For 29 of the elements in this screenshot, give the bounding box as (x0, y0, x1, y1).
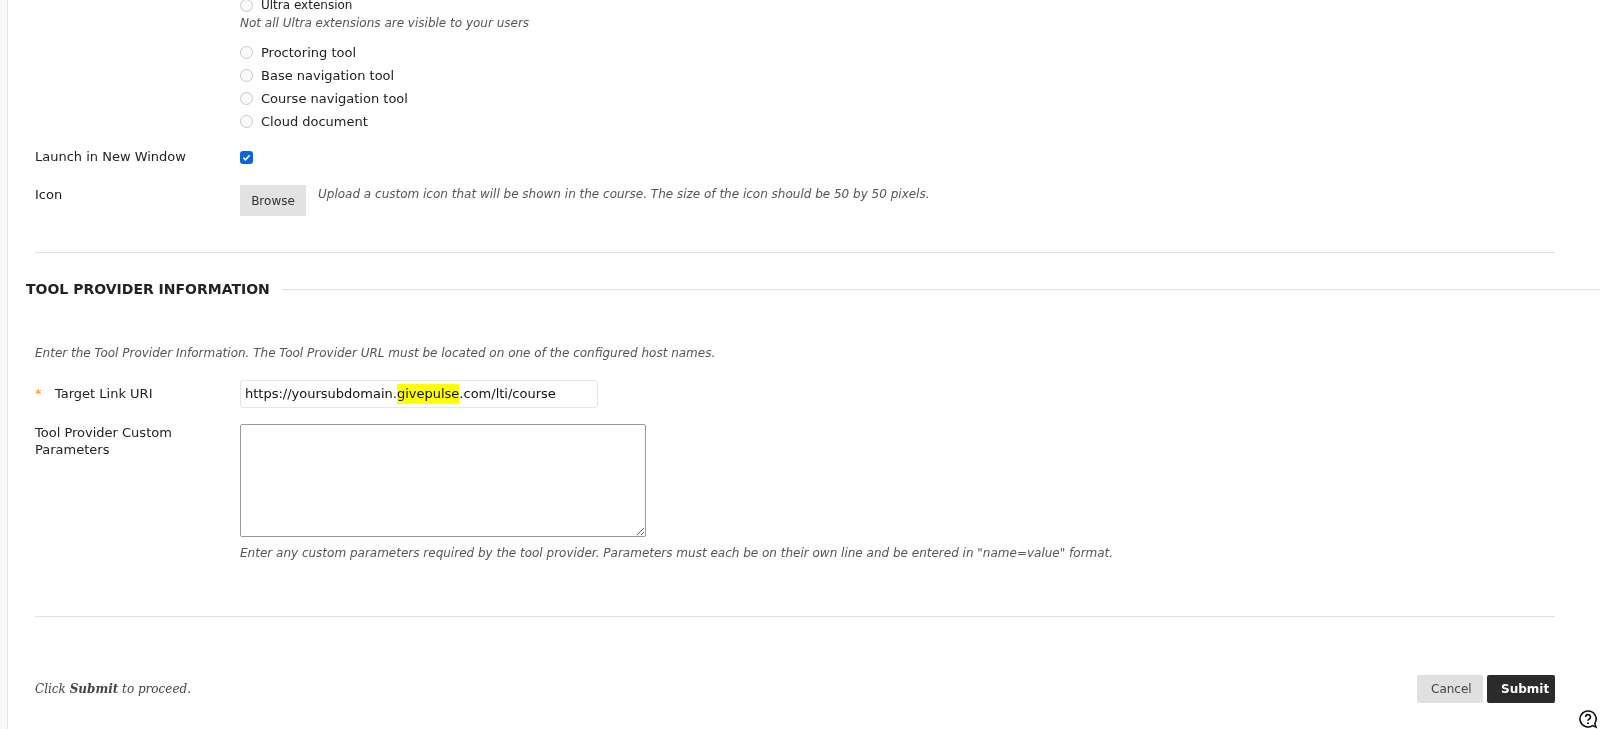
field-label: Launch in New Window (35, 148, 187, 167)
checkmark-icon (242, 152, 251, 162)
section-heading: TOOL PROVIDER INFORMATION (26, 280, 270, 299)
radio-label: Ultra extension (261, 0, 353, 12)
radio-button[interactable] (240, 0, 253, 12)
radio-button[interactable] (240, 69, 253, 82)
help-icon[interactable] (1578, 709, 1598, 729)
required-mark: * (35, 385, 43, 404)
cancel-button[interactable]: Cancel (1417, 675, 1483, 703)
field-label: Icon (35, 186, 64, 204)
radio-button[interactable] (240, 92, 253, 105)
note-text: Not all Ultra extensions are visible to your users (240, 15, 531, 32)
hint-text: Upload a custom icon that will be shown in the course. The size of the icon should be 50 by 50 pixels. (318, 186, 930, 203)
url-field[interactable]: https://yoursubdomain.givepulse.com/lti/course (240, 380, 598, 408)
field-label: Target Link URI (55, 385, 154, 404)
radio-label: Base navigation tool (261, 66, 395, 85)
radio-label: Cloud document (261, 112, 368, 131)
submit-instruction: Click Submit to proceed. (35, 681, 191, 698)
intro-text: Enter the Tool Provider Information. The Tool Provider URL must be located on one of the configured host names. (35, 345, 717, 362)
radio-button[interactable] (240, 46, 253, 59)
parameters-textarea[interactable] (240, 424, 646, 537)
checkbox[interactable] (240, 150, 253, 164)
radio-button[interactable] (240, 115, 253, 128)
hint-text: Enter any custom parameters required by the tool provider. Parameters must each be on their own line and be entered in "name=value" format. (240, 545, 1115, 562)
field-label: Tool Provider Custom Parameters (35, 424, 173, 458)
radio-label: Course navigation tool (261, 89, 408, 108)
browse-button[interactable]: Browse (240, 185, 306, 216)
radio-label: Proctoring tool (261, 43, 357, 62)
submit-button[interactable]: Submit (1487, 675, 1555, 703)
